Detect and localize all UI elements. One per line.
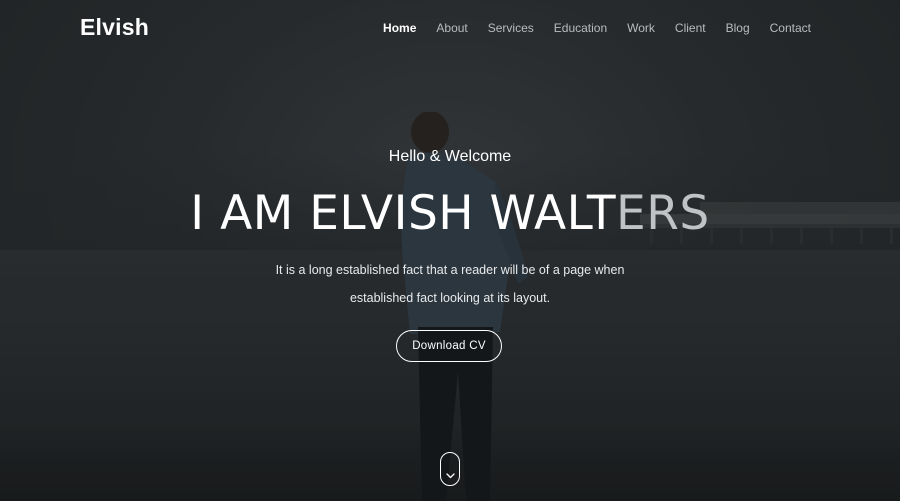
hero-headline-main: I AM ELVISH WALT: [190, 186, 617, 241]
nav-item-blog[interactable]: Blog: [716, 19, 760, 37]
hero-headline: I AM ELVISH WALTERS: [0, 186, 900, 241]
nav-item-about[interactable]: About: [426, 19, 477, 37]
scroll-down-button[interactable]: [440, 452, 460, 486]
download-cv-button[interactable]: Download CV: [396, 330, 502, 362]
nav-item-home[interactable]: Home: [373, 19, 426, 37]
nav-item-client[interactable]: Client: [665, 19, 716, 37]
nav-item-work[interactable]: Work: [617, 19, 665, 37]
nav-item-contact[interactable]: Contact: [760, 19, 811, 37]
hero-greeting: Hello & Welcome: [388, 148, 512, 165]
navbar: Elvish Home About Services Education Wor…: [0, 0, 900, 56]
nav-item-services[interactable]: Services: [478, 19, 544, 37]
hero-description-line-2: established fact looking at its layout.: [349, 291, 551, 305]
hero-description: It is a long established fact that a rea…: [250, 256, 650, 312]
dark-overlay: [0, 0, 900, 501]
nav-menu: Home About Services Education Work Clien…: [373, 19, 811, 37]
nav-item-education[interactable]: Education: [544, 19, 617, 37]
hero-section: Elvish Home About Services Education Wor…: [0, 0, 900, 501]
brand-logo[interactable]: Elvish: [80, 14, 149, 41]
chevron-down-icon: [445, 473, 455, 479]
hero-description-line-1: It is a long established fact that a rea…: [275, 263, 625, 277]
hero-headline-faded: ERS: [616, 186, 710, 241]
